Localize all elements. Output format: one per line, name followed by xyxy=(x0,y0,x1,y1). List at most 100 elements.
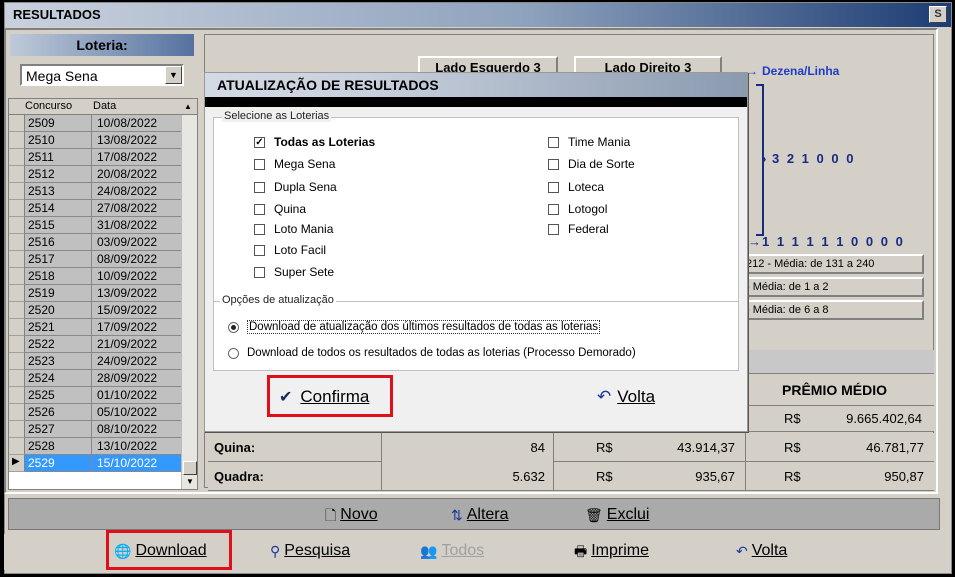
row-indicator[interactable] xyxy=(9,353,25,370)
table-row[interactable]: 2509 10/08/2022 xyxy=(9,115,181,132)
checkbox-box[interactable] xyxy=(254,266,265,278)
cell-concurso[interactable]: 2528 xyxy=(25,438,92,455)
loteria-select[interactable]: Mega Sena ▼ xyxy=(20,64,184,86)
table-row[interactable]: 2517 08/09/2022 xyxy=(9,251,181,268)
option-todos-radio[interactable]: Download de todos os resultados de todas… xyxy=(228,347,636,359)
lottery-checkbox[interactable]: Lotogol xyxy=(548,202,607,216)
novo-button[interactable]: 🗋 Novo xyxy=(325,505,378,525)
chevron-down-icon[interactable]: ▼ xyxy=(165,66,182,84)
table-row[interactable]: 2521 17/09/2022 xyxy=(9,319,181,336)
row-indicator[interactable] xyxy=(9,438,25,455)
checkbox-box[interactable] xyxy=(548,158,559,170)
table-row[interactable]: 2515 31/08/2022 xyxy=(9,217,181,234)
row-indicator[interactable] xyxy=(9,251,25,268)
table-row[interactable]: ▶ 2529 15/10/2022 xyxy=(9,455,181,472)
cell-data[interactable]: 10/08/2022 xyxy=(92,115,181,132)
cell-concurso[interactable]: 2524 xyxy=(25,370,92,387)
cell-concurso[interactable]: 2516 xyxy=(25,234,92,251)
table-row[interactable]: 2525 01/10/2022 xyxy=(9,387,181,404)
cell-concurso[interactable]: 2520 xyxy=(25,302,92,319)
row-indicator[interactable] xyxy=(9,404,25,421)
todos-button[interactable]: 👥 Todos xyxy=(420,541,484,561)
concurso-grid[interactable]: Concurso Data ▲ 2509 10/08/2022 2510 13/08/… xyxy=(8,98,198,490)
cell-concurso[interactable]: 2513 xyxy=(25,183,92,200)
row-indicator[interactable] xyxy=(9,336,25,353)
row-indicator[interactable] xyxy=(9,268,25,285)
lottery-checkbox[interactable]: Loto Mania xyxy=(254,222,333,236)
cell-data[interactable]: 17/08/2022 xyxy=(92,149,181,166)
row-indicator[interactable] xyxy=(9,200,25,217)
cell-concurso[interactable]: 2523 xyxy=(25,353,92,370)
cell-concurso[interactable]: 2522 xyxy=(25,336,92,353)
table-row[interactable]: 2528 13/10/2022 xyxy=(9,438,181,455)
cell-data[interactable]: 03/09/2022 xyxy=(92,234,181,251)
cell-data[interactable]: 20/08/2022 xyxy=(92,166,181,183)
cell-concurso[interactable]: 2512 xyxy=(25,166,92,183)
radio-dot[interactable] xyxy=(228,347,239,359)
table-row[interactable]: 2514 27/08/2022 xyxy=(9,200,181,217)
checkbox-box[interactable] xyxy=(254,203,265,215)
scroll-thumb[interactable] xyxy=(183,461,197,475)
row-indicator[interactable] xyxy=(9,149,25,166)
cell-concurso[interactable]: 2518 xyxy=(25,268,92,285)
cell-concurso[interactable]: 2514 xyxy=(25,200,92,217)
cell-data[interactable]: 01/10/2022 xyxy=(92,387,181,404)
table-row[interactable]: 2523 24/09/2022 xyxy=(9,353,181,370)
row-indicator[interactable] xyxy=(9,319,25,336)
row-indicator[interactable] xyxy=(9,421,25,438)
cell-data[interactable]: 28/09/2022 xyxy=(92,370,181,387)
checkbox-box[interactable] xyxy=(254,181,265,193)
row-indicator[interactable] xyxy=(9,387,25,404)
table-row[interactable]: 2513 24/08/2022 xyxy=(9,183,181,200)
table-row[interactable]: 2512 20/08/2022 xyxy=(9,166,181,183)
table-row[interactable]: 2511 17/08/2022 xyxy=(9,149,181,166)
cell-data[interactable]: 13/09/2022 xyxy=(92,285,181,302)
checkbox-box[interactable] xyxy=(254,158,265,170)
row-indicator[interactable] xyxy=(9,115,25,132)
table-row[interactable]: 2518 10/09/2022 xyxy=(9,268,181,285)
col-header-data[interactable]: Data xyxy=(93,100,116,112)
app-s-icon[interactable]: S xyxy=(929,6,947,23)
cell-data[interactable]: 13/08/2022 xyxy=(92,132,181,149)
lottery-checkbox[interactable]: Dupla Sena xyxy=(254,180,337,194)
cell-data[interactable]: 13/10/2022 xyxy=(92,438,181,455)
checkbox-box[interactable] xyxy=(548,203,559,215)
table-row[interactable]: 2520 15/09/2022 xyxy=(9,302,181,319)
table-row[interactable]: 2522 21/09/2022 xyxy=(9,336,181,353)
grid-scrollbar[interactable]: ▼ xyxy=(181,115,197,489)
cell-data[interactable]: 10/09/2022 xyxy=(92,268,181,285)
checkmark-icon[interactable]: ✓ xyxy=(254,136,265,148)
lottery-checkbox[interactable]: Dia de Sorte xyxy=(548,157,635,171)
cell-data[interactable]: 31/08/2022 xyxy=(92,217,181,234)
lottery-checkbox[interactable]: ✓ Todas as Loterias xyxy=(254,135,375,149)
cell-concurso[interactable]: 2529 xyxy=(25,455,92,472)
checkbox-box[interactable] xyxy=(548,223,559,235)
row-indicator[interactable] xyxy=(9,285,25,302)
cell-concurso[interactable]: 2525 xyxy=(25,387,92,404)
lottery-checkbox[interactable]: Loto Facil xyxy=(254,243,326,257)
table-row[interactable]: 2519 13/09/2022 xyxy=(9,285,181,302)
row-indicator[interactable] xyxy=(9,302,25,319)
row-indicator[interactable] xyxy=(9,370,25,387)
cell-concurso[interactable]: 2526 xyxy=(25,404,92,421)
checkbox-box[interactable] xyxy=(254,223,265,235)
pesquisa-button[interactable]: ⚲ Pesquisa xyxy=(270,541,350,561)
lottery-checkbox[interactable]: Quina xyxy=(254,202,306,216)
scroll-down-icon[interactable]: ▼ xyxy=(182,475,197,489)
checkbox-box[interactable] xyxy=(548,181,559,193)
exclui-button[interactable]: 🗑 Exclui xyxy=(585,505,649,525)
cell-concurso[interactable]: 2510 xyxy=(25,132,92,149)
cell-data[interactable]: 21/09/2022 xyxy=(92,336,181,353)
table-row[interactable]: 2524 28/09/2022 xyxy=(9,370,181,387)
row-indicator[interactable] xyxy=(9,132,25,149)
option-ultimos-radio[interactable]: Download de atualização dos últimos resu… xyxy=(228,320,601,334)
cell-data[interactable]: 08/09/2022 xyxy=(92,251,181,268)
radio-dot[interactable] xyxy=(228,321,239,333)
cell-concurso[interactable]: 2519 xyxy=(25,285,92,302)
cell-data[interactable]: 17/09/2022 xyxy=(92,319,181,336)
cell-data[interactable]: 24/09/2022 xyxy=(92,353,181,370)
cell-data[interactable]: 15/09/2022 xyxy=(92,302,181,319)
imprime-button[interactable]: 🖶 Imprime xyxy=(574,541,649,561)
lottery-checkbox[interactable]: Loteca xyxy=(548,180,604,194)
col-header-concurso[interactable]: Concurso xyxy=(25,100,72,112)
